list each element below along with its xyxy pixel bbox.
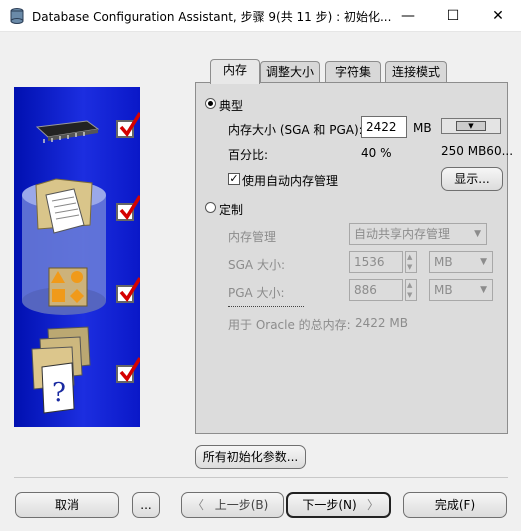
footer-separator xyxy=(14,477,508,478)
window-title: Database Configuration Assistant, 步骤 9(共… xyxy=(32,10,392,24)
close-button[interactable]: ✕ xyxy=(475,0,521,32)
checkmark-icon xyxy=(119,195,140,220)
memory-management-value: 自动共享内存管理 xyxy=(354,227,451,241)
show-button[interactable]: 显示... xyxy=(441,167,503,191)
all-init-params-button[interactable]: 所有初始化参数... xyxy=(195,445,306,469)
checkmark-icon xyxy=(119,277,140,302)
typical-label: 典型 xyxy=(219,99,244,113)
tab-connection-mode[interactable]: 连接模式 xyxy=(385,61,447,83)
sga-size-input[interactable]: 1536 xyxy=(349,251,403,273)
memory-management-label: 内存管理 xyxy=(228,230,277,244)
next-button[interactable]: 下一步(N) 〉 xyxy=(286,492,391,518)
chevron-right-icon: 〉 xyxy=(366,498,379,512)
pga-unit-value: MB xyxy=(434,283,453,297)
auto-memory-checkbox[interactable]: ✓ xyxy=(228,173,240,185)
divider xyxy=(228,306,304,307)
finish-button[interactable]: 完成(F) xyxy=(403,492,507,518)
sga-size-label: SGA 大小: xyxy=(228,258,285,272)
wizard-illustration-panel: ? xyxy=(14,87,140,427)
custom-radio[interactable] xyxy=(205,202,216,213)
slider-range-label: 250 MB60... xyxy=(441,144,514,158)
back-button-label: 上一步(B) xyxy=(214,498,269,512)
percent-value: 40 % xyxy=(361,146,392,160)
spinner-up-icon[interactable]: ▲ xyxy=(407,252,412,262)
sga-unit-value: MB xyxy=(434,255,453,269)
spinner-down-icon[interactable]: ▼ xyxy=(407,290,412,300)
spinner-down-icon[interactable]: ▼ xyxy=(407,262,412,272)
back-button[interactable]: 〈 上一步(B) xyxy=(181,492,284,518)
memory-percent-slider[interactable]: ▼ xyxy=(441,118,501,134)
checkmark-icon xyxy=(119,112,140,137)
sga-unit-select[interactable]: MB ▼ xyxy=(429,251,493,273)
memory-chip-icon xyxy=(35,120,100,143)
chevron-down-icon: ▼ xyxy=(474,229,481,239)
help-documents-icon: ? xyxy=(31,326,91,414)
memory-unit-label: MB xyxy=(413,121,432,135)
cancel-button[interactable]: 取消 xyxy=(15,492,119,518)
auto-memory-label: 使用自动内存管理 xyxy=(242,174,339,188)
pga-size-spinner[interactable]: ▲ ▼ xyxy=(405,279,417,301)
typical-radio[interactable] xyxy=(205,98,216,109)
tab-memory[interactable]: 内存 xyxy=(210,59,260,84)
memory-size-label: 内存大小 (SGA 和 PGA): xyxy=(228,123,363,137)
chevron-down-icon: ▼ xyxy=(480,257,487,267)
database-app-icon xyxy=(10,8,24,24)
maximize-button[interactable]: ☐ xyxy=(430,0,476,32)
tab-sizing[interactable]: 调整大小 xyxy=(260,61,320,83)
svg-text:?: ? xyxy=(52,378,66,408)
help-button[interactable]: ... xyxy=(132,492,160,518)
total-memory-value: 2422 MB xyxy=(355,316,408,330)
next-button-label: 下一步(N) xyxy=(302,498,357,512)
tab-character-sets[interactable]: 字符集 xyxy=(325,61,381,83)
pga-size-label: PGA 大小: xyxy=(228,286,285,300)
checkmark-icon xyxy=(119,357,140,382)
custom-label: 定制 xyxy=(219,203,244,217)
folder-documents-icon xyxy=(35,178,93,234)
slider-thumb[interactable]: ▼ xyxy=(456,121,486,131)
pga-size-input[interactable]: 886 xyxy=(349,279,403,301)
spinner-up-icon[interactable]: ▲ xyxy=(407,280,412,290)
minimize-button[interactable]: — xyxy=(385,0,431,32)
total-memory-label: 用于 Oracle 的总内存: xyxy=(228,318,351,332)
chevron-left-icon: 〈 xyxy=(192,498,205,512)
percent-label: 百分比: xyxy=(228,148,269,162)
shapes-tile-icon xyxy=(48,267,88,307)
title-bar: Database Configuration Assistant, 步骤 9(共… xyxy=(0,0,521,32)
memory-size-input[interactable]: 2422 xyxy=(361,116,407,138)
sga-size-spinner[interactable]: ▲ ▼ xyxy=(405,251,417,273)
memory-management-select[interactable]: 自动共享内存管理 ▼ xyxy=(349,223,487,245)
pga-unit-select[interactable]: MB ▼ xyxy=(429,279,493,301)
chevron-down-icon: ▼ xyxy=(480,285,487,295)
